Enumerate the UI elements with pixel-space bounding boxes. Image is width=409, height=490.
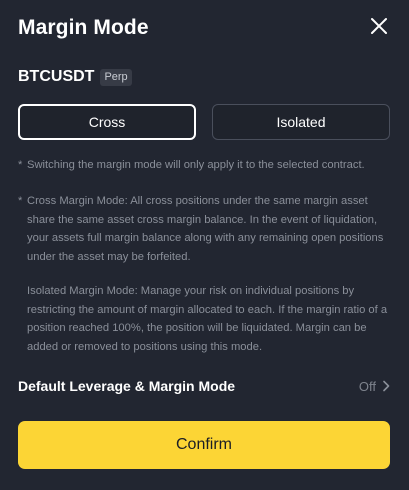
bullet-marker: * (18, 159, 23, 171)
dialog-title: Margin Mode (18, 16, 149, 39)
contract-symbol: BTCUSDT (18, 68, 95, 85)
default-leverage-label: Default Leverage & Margin Mode (18, 378, 236, 394)
close-icon (371, 18, 387, 34)
contract-type-badge: Perp (100, 68, 132, 86)
confirm-button[interactable]: Confirm (18, 421, 390, 469)
dialog-header: Margin Mode (18, 14, 391, 42)
cross-description: Cross Margin Mode: All cross positions u… (27, 195, 384, 263)
default-leverage-value: Off (358, 378, 376, 394)
note-text: Switching the margin mode will only appl… (27, 159, 365, 171)
default-leverage-status: Off (359, 379, 390, 394)
close-button[interactable] (367, 14, 391, 38)
cross-mode-button[interactable]: Cross (18, 104, 196, 140)
cross-description-block: * Cross Margin Mode: All cross positions… (18, 192, 390, 266)
bullet-marker: * (18, 195, 23, 207)
margin-mode-toggle: Cross Isolated (18, 104, 390, 140)
chevron-right-icon (383, 380, 390, 392)
margin-mode-dialog: Margin Mode BTCUSDT Perp Cross Isolated … (0, 0, 409, 490)
contract-info: BTCUSDT Perp (18, 66, 132, 88)
isolated-mode-button[interactable]: Isolated (212, 104, 390, 140)
default-leverage-row[interactable]: Default Leverage & Margin Mode Off (18, 375, 390, 397)
note-text-block: * Switching the margin mode will only ap… (18, 156, 390, 175)
isolated-description: Isolated Margin Mode: Manage your risk o… (27, 285, 388, 353)
